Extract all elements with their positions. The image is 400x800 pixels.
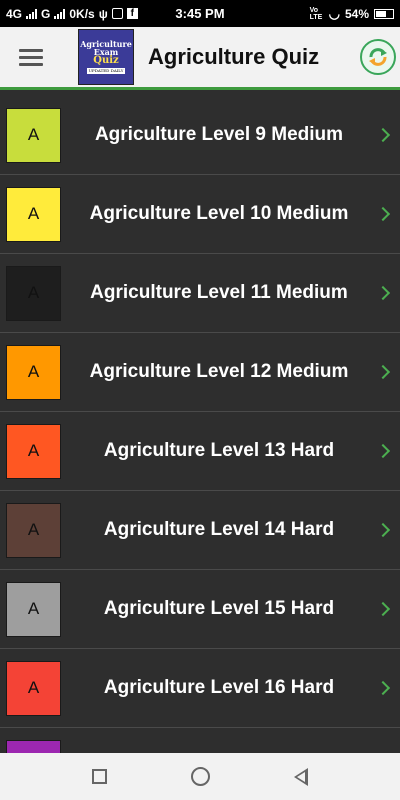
network-type-label-2: G [41, 6, 51, 21]
level-row-partial[interactable] [0, 728, 400, 753]
level-badge: A [6, 186, 61, 242]
level-label: Agriculture Level 11 Medium [90, 282, 348, 303]
level-badge: A [6, 660, 61, 716]
network-type-label: 4G [6, 6, 23, 21]
level-badge: A [6, 423, 61, 479]
app-title: Agriculture Quiz [148, 44, 320, 69]
level-badge [6, 739, 61, 753]
volte-label: Vo LTE [309, 6, 323, 21]
app-bar: Agriculture Exam Quiz UPDATED DAILY Agri… [0, 27, 400, 90]
level-row[interactable]: A Agriculture Level 9 Medium [0, 96, 400, 175]
chevron-right-icon [375, 522, 391, 538]
chevron-right-icon [375, 443, 391, 459]
usb-icon: ψ [98, 6, 108, 21]
level-label: Agriculture Level 12 Medium [89, 361, 349, 382]
level-label: Agriculture Level 13 Hard [103, 440, 335, 461]
chevron-right-icon [375, 127, 391, 143]
level-badge: A [6, 581, 61, 637]
level-list[interactable]: A Agriculture Level 9 Medium A Agricultu… [0, 93, 400, 753]
level-label: Agriculture Level 9 Medium [94, 124, 344, 145]
hamburger-menu-icon[interactable] [8, 34, 54, 80]
wifi-icon: ◡ [328, 5, 340, 21]
level-row[interactable]: A Agriculture Level 15 Hard [0, 570, 400, 649]
status-bar: 4G G 0K/s ψ f 3:45 PM Vo LTE ◡ 54% [0, 0, 400, 27]
level-label: Agriculture Level 10 Medium [89, 203, 349, 224]
network-speed: 0K/s [69, 6, 95, 21]
level-badge: A [6, 107, 61, 163]
status-right: Vo LTE ◡ 54% [310, 6, 394, 22]
recents-square-icon[interactable] [92, 769, 107, 784]
status-left: 4G G 0K/s ψ f [6, 7, 310, 21]
chevron-right-icon [375, 206, 391, 222]
refresh-icon[interactable] [360, 39, 396, 75]
facebook-icon: f [126, 8, 138, 19]
back-triangle-icon[interactable] [294, 767, 308, 786]
level-row[interactable]: A Agriculture Level 12 Medium [0, 333, 400, 412]
home-circle-icon[interactable] [191, 767, 210, 786]
level-badge: A [6, 344, 61, 400]
chevron-right-icon [375, 285, 391, 301]
chevron-right-icon [375, 680, 391, 696]
level-badge: A [6, 502, 61, 558]
battery-icon [374, 8, 394, 19]
app-logo: Agriculture Exam Quiz UPDATED DAILY [78, 29, 134, 85]
chevron-right-icon [375, 601, 391, 617]
level-row[interactable]: A Agriculture Level 10 Medium [0, 175, 400, 254]
signal-icon-2 [54, 8, 66, 19]
chevron-right-icon [375, 364, 391, 380]
level-label: Agriculture Level 14 Hard [103, 519, 335, 540]
level-row[interactable]: A Agriculture Level 11 Medium [0, 254, 400, 333]
system-nav-bar [0, 753, 400, 800]
level-row[interactable]: A Agriculture Level 13 Hard [0, 412, 400, 491]
level-label: Agriculture Level 16 Hard [103, 677, 335, 698]
level-label: Agriculture Level 15 Hard [103, 598, 335, 619]
notification-icon [111, 8, 123, 19]
battery-percent: 54% [344, 6, 369, 21]
level-badge: A [6, 265, 61, 321]
signal-icon [26, 8, 38, 19]
level-row[interactable]: A Agriculture Level 14 Hard [0, 491, 400, 570]
level-row[interactable]: A Agriculture Level 16 Hard [0, 649, 400, 728]
